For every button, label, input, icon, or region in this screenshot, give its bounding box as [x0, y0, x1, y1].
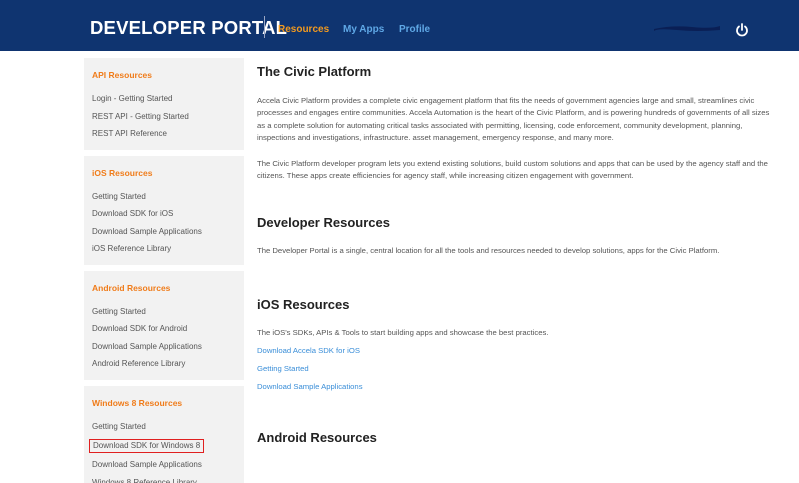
sidebar-section-android: Android Resources Getting Started Downlo… [84, 270, 244, 380]
paragraph: The Developer Portal is a single, centra… [257, 245, 720, 255]
redacted-username [654, 26, 720, 31]
paragraph: Accela Civic Platform provides a complet… [257, 96, 770, 142]
sidebar-link[interactable]: Getting Started [92, 303, 236, 321]
sidebar-link[interactable]: REST API - Getting Started [92, 108, 236, 126]
top-navigation-bar: DEVELOPER PORTAL Resources My Apps Profi… [0, 0, 799, 51]
brand-title[interactable]: DEVELOPER PORTAL [90, 17, 287, 39]
section-heading: Android Resources [257, 430, 377, 446]
section-title: Windows 8 Resources [92, 397, 183, 408]
section-heading: Developer Resources [257, 214, 390, 230]
sidebar: API Resources Login - Getting Started RE… [84, 58, 244, 483]
sidebar-section-api: API Resources Login - Getting Started RE… [84, 58, 244, 150]
section-heading: iOS Resources [257, 297, 350, 313]
nav-my-apps[interactable]: My Apps [343, 24, 384, 35]
nav-profile[interactable]: Profile [399, 24, 430, 35]
nav-resources[interactable]: Resources [278, 24, 329, 35]
main-content: The Civic Platform Accela Civic Platform… [257, 58, 777, 445]
page-title: The Civic Platform [257, 64, 372, 79]
sidebar-link[interactable]: Getting Started [92, 188, 236, 206]
section-title: iOS Resources [92, 167, 153, 178]
power-icon[interactable] [734, 22, 750, 38]
paragraph: The Civic Platform developer program let… [257, 159, 768, 181]
sidebar-link[interactable]: Download SDK for iOS [92, 205, 236, 223]
content-link[interactable]: Download Accela SDK for iOS [257, 342, 777, 360]
sidebar-link[interactable]: Getting Started [92, 418, 236, 436]
sidebar-link[interactable]: Download Sample Applications [92, 338, 236, 356]
section-title: Android Resources [92, 282, 171, 293]
sidebar-link[interactable]: Download Sample Applications [92, 223, 236, 241]
nav-divider [264, 16, 265, 38]
sidebar-link[interactable]: iOS Reference Library [92, 240, 236, 258]
sidebar-link-highlighted[interactable]: Download SDK for Windows 8 [89, 439, 205, 453]
sidebar-link[interactable]: Android Reference Library [92, 355, 236, 373]
content-link[interactable]: Getting Started [257, 360, 777, 378]
section-title: API Resources [92, 70, 152, 80]
sidebar-link[interactable]: Windows 8 Reference Library [92, 474, 236, 483]
sidebar-link[interactable]: REST API Reference [92, 125, 236, 143]
content-link[interactable]: Download Sample Applications [257, 378, 777, 396]
sidebar-link[interactable]: Download Sample Applications [92, 456, 236, 474]
sidebar-section-windows8: Windows 8 Resources Getting Started Down… [84, 385, 244, 483]
sidebar-section-ios: iOS Resources Getting Started Download S… [84, 155, 244, 265]
paragraph: The iOS's SDKs, APIs & Tools to start bu… [257, 328, 549, 338]
sidebar-link[interactable]: Download SDK for Android [92, 320, 236, 338]
sidebar-link[interactable]: Login - Getting Started [92, 90, 236, 108]
